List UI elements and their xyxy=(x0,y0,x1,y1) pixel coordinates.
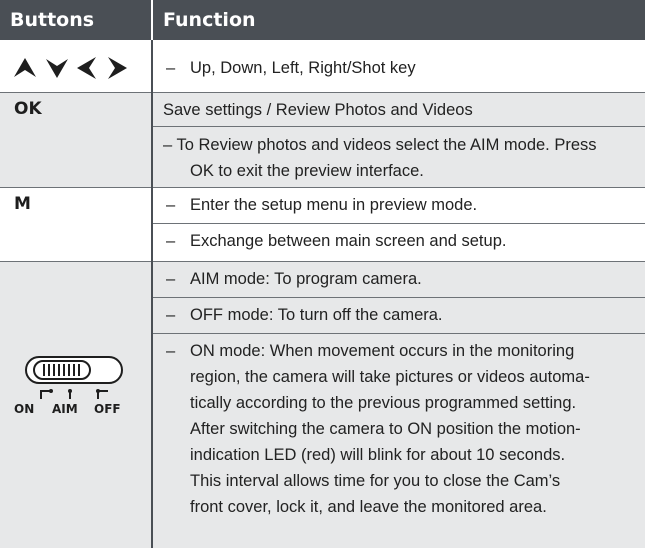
m-line2: Exchange between main screen and setup. xyxy=(190,232,507,250)
right-arrow-icon xyxy=(108,57,127,79)
arrow-keys-icons xyxy=(14,57,127,79)
dash: – xyxy=(166,342,176,360)
divider xyxy=(151,126,645,127)
paragraph-line: front cover, lock it, and leave the moni… xyxy=(190,498,547,516)
up-arrow-icon xyxy=(14,58,36,77)
switch-label-off: OFF xyxy=(94,402,121,416)
switch-label-on: ON xyxy=(14,402,35,416)
divider xyxy=(151,333,645,334)
paragraph-line: After switching the camera to ON positio… xyxy=(190,420,581,438)
m-line1: Enter the setup menu in preview mode. xyxy=(190,196,478,214)
switch-line2: OFF mode: To turn off the camera. xyxy=(190,306,443,324)
header-divider xyxy=(151,0,153,40)
ok-line1: Save settings / Review Photos and Videos xyxy=(163,101,473,119)
paragraph-line: indication LED (red) will blink for abou… xyxy=(190,446,566,464)
dash: – xyxy=(166,232,176,250)
dash: – xyxy=(166,306,176,324)
paragraph-line: ON mode: When movement occurs in the mon… xyxy=(190,342,575,360)
mode-switch-icon: ON AIM OFF xyxy=(14,355,134,416)
dash: – xyxy=(166,270,176,288)
table-header: Buttons Function xyxy=(0,0,645,40)
left-arrow-icon xyxy=(77,57,96,79)
divider xyxy=(0,187,645,188)
arrows-description: Up, Down, Left, Right/Shot key xyxy=(190,59,416,77)
divider xyxy=(151,297,645,298)
switch-label-aim: AIM xyxy=(52,402,78,416)
switch-line1: AIM mode: To program camera. xyxy=(190,270,422,288)
switch-graphic xyxy=(25,356,123,399)
divider xyxy=(151,223,645,224)
m-key-label: M xyxy=(14,194,31,214)
ok-key-label: OK xyxy=(14,99,42,119)
down-arrow-icon xyxy=(46,59,68,78)
paragraph-line: This interval allows time for you to clo… xyxy=(190,472,561,490)
ok-line2b: OK to exit the preview interface. xyxy=(190,162,424,180)
header-buttons: Buttons xyxy=(10,9,95,31)
paragraph-line: tically according to the previous progra… xyxy=(190,394,577,412)
on-mode-description: ON mode: When movement occurs in the mon… xyxy=(190,338,640,520)
dash: – xyxy=(166,196,176,214)
column-divider xyxy=(151,40,153,548)
dash: – xyxy=(166,59,176,77)
header-function: Function xyxy=(163,9,256,31)
ok-line2a: – To Review photos and videos select the… xyxy=(163,136,597,154)
paragraph-line: region, the camera will take pictures or… xyxy=(190,368,590,386)
